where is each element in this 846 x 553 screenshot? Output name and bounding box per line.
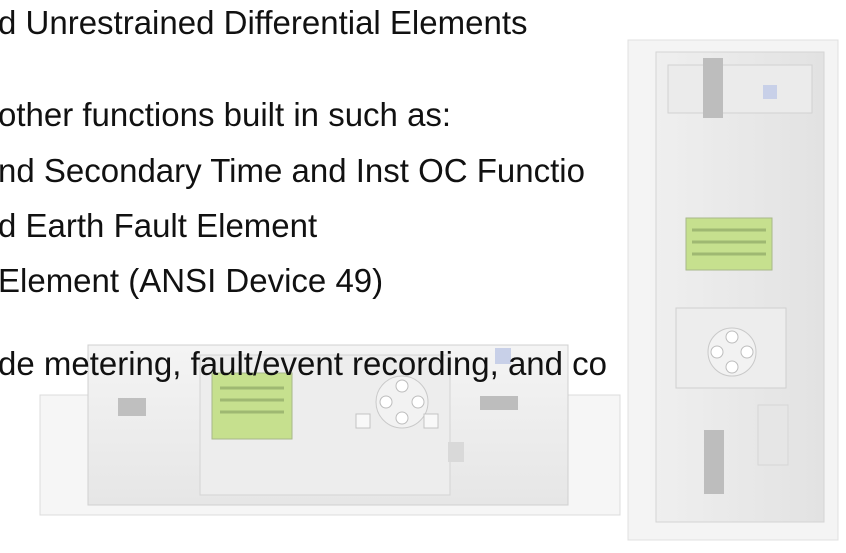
bullet-line-unrestrained-differential: d Unrestrained Differential Elements xyxy=(0,4,528,41)
relay-vertical-image xyxy=(627,39,839,541)
bullet-line-other-functions: other functions built in such as: xyxy=(0,96,452,133)
bullet-line-earth-fault: d Earth Fault Element xyxy=(0,207,318,244)
bullet-line-secondary-time-inst-oc: nd Secondary Time and Inst OC Functio xyxy=(0,152,585,189)
bullet-line-metering-recording: de metering, fault/event recording, and … xyxy=(0,345,608,382)
bullet-line-ansi-49: Element (ANSI Device 49) xyxy=(0,262,384,299)
